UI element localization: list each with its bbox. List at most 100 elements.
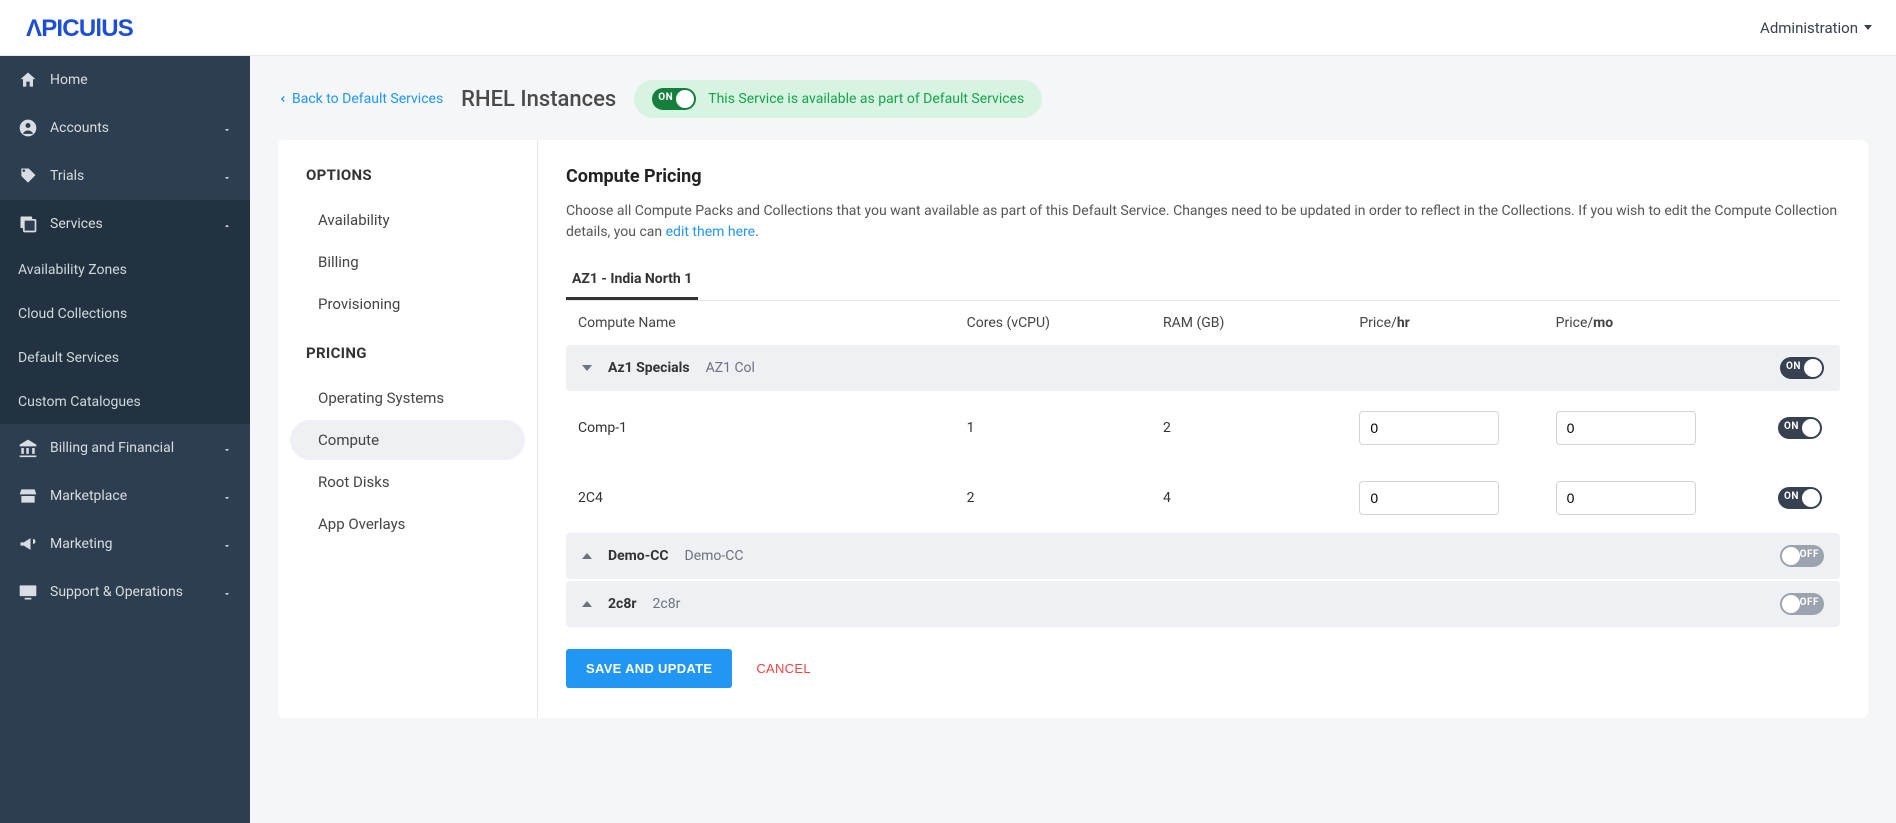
sidebar-sub-custom-catalogues[interactable]: Custom Catalogues xyxy=(0,380,250,424)
user-icon xyxy=(18,118,38,138)
compute-ram: 4 xyxy=(1163,490,1359,506)
cancel-button[interactable]: CANCEL xyxy=(756,661,811,676)
col-price-hr: Price/hr xyxy=(1359,315,1555,331)
group-row: Demo-CC Demo-CC OFF xyxy=(566,533,1840,579)
chevron-up-icon xyxy=(222,219,232,229)
sidebar-item-label: Support & Operations xyxy=(50,584,183,600)
compute-name: 2C4 xyxy=(574,490,967,506)
main-content: Back to Default Services RHEL Instances … xyxy=(250,56,1896,823)
pricing-heading: PRICING xyxy=(278,344,537,376)
price-mo-input[interactable] xyxy=(1556,481,1696,515)
sidebar-item-marketplace[interactable]: Marketplace xyxy=(0,472,250,520)
compute-cores: 2 xyxy=(967,490,1163,506)
price-mo-input[interactable] xyxy=(1556,411,1696,445)
page-header: Back to Default Services RHEL Instances … xyxy=(278,80,1868,118)
compute-ram: 2 xyxy=(1163,420,1359,436)
caret-down-icon xyxy=(1864,25,1872,30)
page-title: RHEL Instances xyxy=(461,87,616,112)
tab-az1[interactable]: AZ1 - India North 1 xyxy=(566,261,698,300)
group-toggle[interactable]: OFF xyxy=(1780,593,1824,615)
opt-billing[interactable]: Billing xyxy=(290,242,525,282)
layers-icon xyxy=(18,214,38,234)
sidebar-sub-cloud-collections[interactable]: Cloud Collections xyxy=(0,292,250,336)
row-toggle[interactable]: ON xyxy=(1778,417,1822,439)
expand-icon[interactable] xyxy=(582,553,592,559)
edit-link[interactable]: edit them here xyxy=(666,224,755,240)
sidebar-item-marketing[interactable]: Marketing xyxy=(0,520,250,568)
options-panel: OPTIONS Availability Billing Provisionin… xyxy=(278,140,538,718)
sidebar-item-support[interactable]: Support & Operations xyxy=(0,568,250,616)
chevron-down-icon xyxy=(222,123,232,133)
sidebar-item-trials[interactable]: Trials xyxy=(0,152,250,200)
monitor-icon xyxy=(18,582,38,602)
expand-icon[interactable] xyxy=(582,601,592,607)
col-price-mo: Price/mo xyxy=(1556,315,1752,331)
pricing-content: Compute Pricing Choose all Compute Packs… xyxy=(538,140,1868,718)
compute-name: Comp-1 xyxy=(574,420,967,436)
group-row: Az1 Specials AZ1 Col ON xyxy=(566,345,1840,391)
sidebar-item-services[interactable]: Services xyxy=(0,200,250,248)
group-name: 2c8r xyxy=(608,596,637,612)
chevron-down-icon xyxy=(222,587,232,597)
action-bar: SAVE AND UPDATE CANCEL xyxy=(566,649,1840,688)
sidebar-item-accounts[interactable]: Accounts xyxy=(0,104,250,152)
brand-logo: ΛPICUlUS xyxy=(24,12,204,44)
section-title: Compute Pricing xyxy=(566,166,1840,187)
sidebar-sub-availability-zones[interactable]: Availability Zones xyxy=(0,248,250,292)
back-link[interactable]: Back to Default Services xyxy=(278,91,443,107)
status-text: This Service is available as part of Def… xyxy=(708,91,1024,107)
group-toggle[interactable]: ON xyxy=(1780,357,1824,379)
topbar: ΛPICUlUS Administration xyxy=(0,0,1896,56)
sidebar-item-home[interactable]: Home xyxy=(0,56,250,104)
sidebar-item-billing[interactable]: Billing and Financial xyxy=(0,424,250,472)
store-icon xyxy=(18,486,38,506)
service-toggle[interactable]: ON xyxy=(652,88,696,110)
section-description: Choose all Compute Packs and Collections… xyxy=(566,201,1840,243)
col-ram: RAM (GB) xyxy=(1163,315,1359,331)
table-header: Compute Name Cores (vCPU) RAM (GB) Price… xyxy=(566,301,1840,345)
price-hr-input[interactable] xyxy=(1359,411,1499,445)
sidebar: Home Accounts Trials Services xyxy=(0,56,250,823)
opt-operating-systems[interactable]: Operating Systems xyxy=(290,378,525,418)
bank-icon xyxy=(18,438,38,458)
opt-provisioning[interactable]: Provisioning xyxy=(290,284,525,324)
sidebar-item-label: Billing and Financial xyxy=(50,440,174,456)
zone-tabs: AZ1 - India North 1 xyxy=(566,261,1840,301)
options-heading: OPTIONS xyxy=(278,166,537,198)
sidebar-item-label: Trials xyxy=(50,168,84,184)
content-card: OPTIONS Availability Billing Provisionin… xyxy=(278,140,1868,718)
group-sub: 2c8r xyxy=(653,596,681,612)
sidebar-item-label: Marketing xyxy=(50,536,113,552)
group-sub: Demo-CC xyxy=(685,548,744,564)
opt-root-disks[interactable]: Root Disks xyxy=(290,462,525,502)
compute-row: 2C4 2 4 ON xyxy=(566,463,1840,533)
group-sub: AZ1 Col xyxy=(706,360,755,376)
megaphone-icon xyxy=(18,534,38,554)
topnav-administration[interactable]: Administration xyxy=(1760,19,1872,37)
home-icon xyxy=(18,70,38,90)
sidebar-item-label: Services xyxy=(50,216,103,232)
opt-compute[interactable]: Compute xyxy=(290,420,525,460)
sidebar-item-label: Marketplace xyxy=(50,488,127,504)
chevron-down-icon xyxy=(222,491,232,501)
col-cores: Cores (vCPU) xyxy=(967,315,1163,331)
chevron-down-icon xyxy=(222,171,232,181)
price-hr-input[interactable] xyxy=(1359,481,1499,515)
group-toggle[interactable]: OFF xyxy=(1780,545,1824,567)
sidebar-sub-default-services[interactable]: Default Services xyxy=(0,336,250,380)
status-pill: ON This Service is available as part of … xyxy=(634,80,1042,118)
collapse-icon[interactable] xyxy=(582,365,592,371)
svg-text:ΛPICUlUS: ΛPICUlUS xyxy=(26,15,134,42)
group-name: Demo-CC xyxy=(608,548,669,564)
row-toggle[interactable]: ON xyxy=(1778,487,1822,509)
compute-cores: 1 xyxy=(967,420,1163,436)
col-compute-name: Compute Name xyxy=(574,315,967,331)
group-row: 2c8r 2c8r OFF xyxy=(566,581,1840,627)
tag-icon xyxy=(18,166,38,186)
group-name: Az1 Specials xyxy=(608,360,690,376)
sidebar-item-label: Accounts xyxy=(50,120,109,136)
opt-availability[interactable]: Availability xyxy=(290,200,525,240)
save-button[interactable]: SAVE AND UPDATE xyxy=(566,649,732,688)
opt-app-overlays[interactable]: App Overlays xyxy=(290,504,525,544)
sidebar-item-label: Home xyxy=(50,72,88,88)
